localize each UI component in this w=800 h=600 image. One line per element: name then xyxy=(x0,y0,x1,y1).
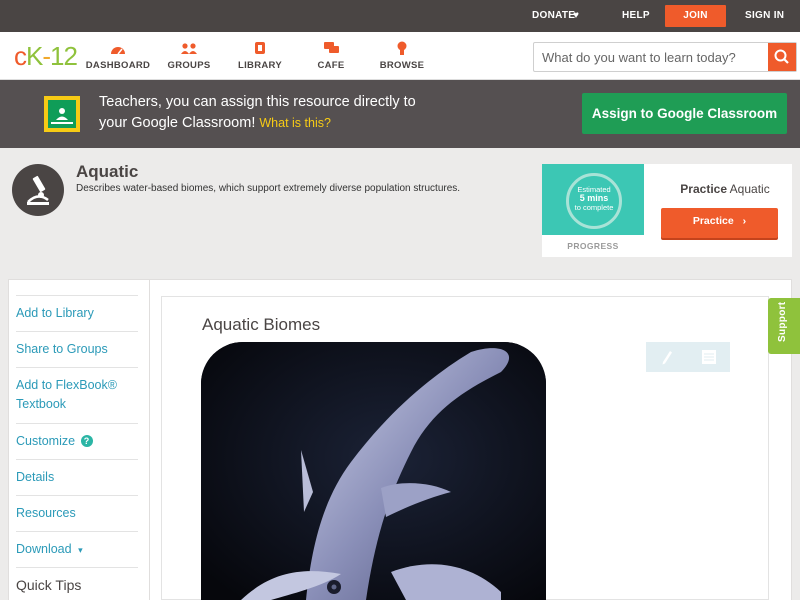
library-icon xyxy=(255,42,265,54)
pencil-icon[interactable] xyxy=(646,342,688,372)
nav-library[interactable]: LIBRARY xyxy=(220,40,300,71)
concept-description: Describes water-based biomes, which supp… xyxy=(76,183,461,194)
donate-link[interactable]: DONATE xyxy=(532,0,575,32)
sidebar-item-resources[interactable]: Resources xyxy=(16,495,138,523)
search-icon xyxy=(774,49,789,64)
search-box xyxy=(533,42,797,72)
sidebar-item-customize[interactable]: Customize ? xyxy=(16,423,138,451)
heart-icon: ♥ xyxy=(573,10,580,21)
sidebar-item-add-to-library[interactable]: Add to Library xyxy=(16,295,138,323)
google-classroom-icon xyxy=(44,96,80,132)
content-toolbar xyxy=(646,342,730,372)
top-utility-bar: DONATE ♥ HELP JOIN SIGN IN xyxy=(0,0,800,32)
sidebar-item-download[interactable]: Download ▾ xyxy=(16,531,138,560)
practice-button[interactable]: Practice › xyxy=(661,208,778,238)
sidebar-item-add-to-flexbook[interactable]: Add to FlexBook® Textbook xyxy=(16,367,138,414)
fish-video-thumbnail[interactable] xyxy=(201,342,546,600)
concept-title: Aquatic xyxy=(76,162,139,181)
dashboard-icon xyxy=(111,47,125,55)
assign-to-google-classroom-button[interactable]: Assign to Google Classroom xyxy=(582,93,787,134)
support-tab[interactable]: Support xyxy=(768,298,800,354)
sidebar-item-share-to-groups[interactable]: Share to Groups xyxy=(16,331,138,359)
chevron-right-icon: › xyxy=(742,215,747,227)
content-title: Aquatic Biomes xyxy=(202,315,321,334)
sidebar-item-details[interactable]: Details xyxy=(16,459,138,487)
main-header: cK-12 DASHBOARD GROUPS LIBRARY CAFE BROW… xyxy=(0,32,800,80)
nav-groups[interactable]: GROUPS xyxy=(149,40,229,71)
help-link[interactable]: HELP xyxy=(622,0,650,32)
progress-label: PROGRESS xyxy=(567,241,619,251)
sign-in-link[interactable]: SIGN IN xyxy=(745,0,784,32)
search-button[interactable] xyxy=(768,43,796,71)
what-is-this-link[interactable]: What is this? xyxy=(259,116,331,130)
nav-dashboard[interactable]: DASHBOARD xyxy=(78,40,158,71)
browse-icon xyxy=(397,41,407,55)
caret-down-icon: ▾ xyxy=(78,545,83,555)
nav-cafe[interactable]: CAFE xyxy=(291,40,371,71)
practice-heading: Practice Aquatic xyxy=(680,182,770,196)
microscope-icon xyxy=(12,164,64,216)
groups-icon xyxy=(181,43,197,54)
progress-thumbnail: Estimated 5 mins to complete xyxy=(542,164,644,235)
search-input[interactable] xyxy=(534,43,768,71)
practice-card: Estimated 5 mins to complete PROGRESS Pr… xyxy=(542,164,792,257)
help-icon[interactable]: ? xyxy=(80,435,93,447)
join-button[interactable]: JOIN xyxy=(665,5,726,27)
banner-message: Teachers, you can assign this resource d… xyxy=(99,94,416,131)
estimated-time-badge: Estimated 5 mins to complete xyxy=(566,173,622,229)
ck12-logo[interactable]: cK-12 xyxy=(14,41,78,71)
nav-browse[interactable]: BROWSE xyxy=(362,40,442,71)
sidebar: Add to Library Share to Groups Add to Fl… xyxy=(8,279,150,600)
notes-icon[interactable] xyxy=(688,342,730,372)
fish-image xyxy=(201,342,546,600)
cafe-icon xyxy=(324,42,339,53)
sidebar-item-quick-tips[interactable]: Quick Tips xyxy=(16,567,138,595)
